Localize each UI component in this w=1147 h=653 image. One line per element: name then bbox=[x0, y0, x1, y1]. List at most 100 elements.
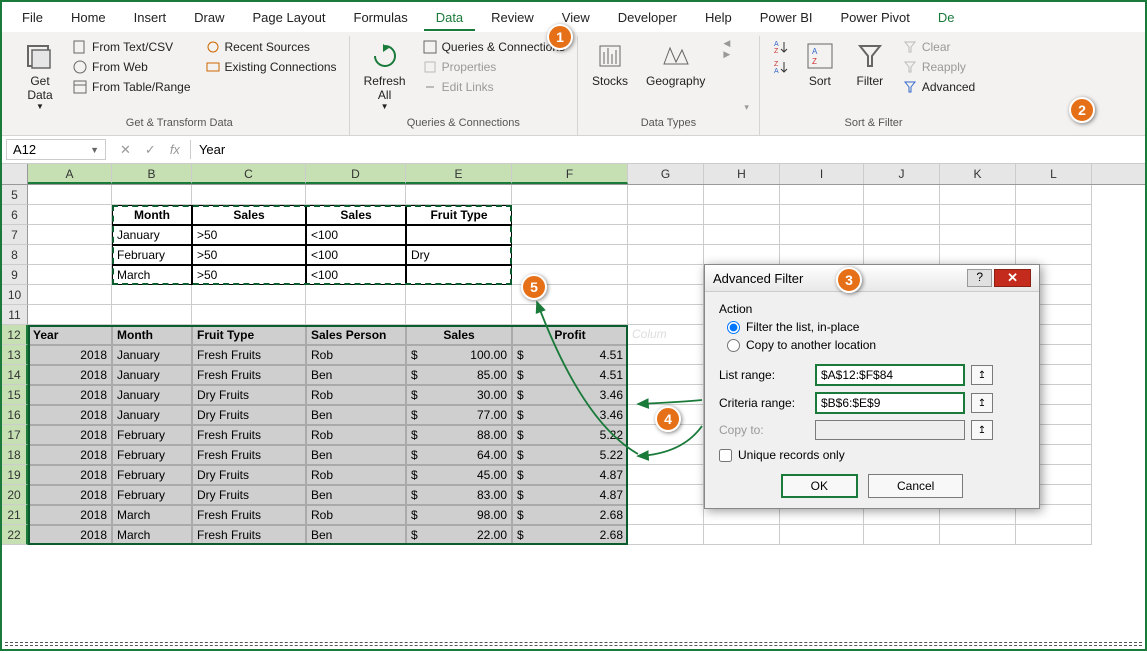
cell[interactable]: 2018 bbox=[28, 525, 112, 545]
cell[interactable] bbox=[628, 525, 704, 545]
cell[interactable] bbox=[628, 205, 704, 225]
clear-button[interactable]: Clear bbox=[898, 38, 979, 56]
row-header[interactable]: 7 bbox=[2, 225, 28, 245]
cell[interactable]: February bbox=[112, 445, 192, 465]
cell[interactable]: $45.00 bbox=[406, 465, 512, 485]
cell[interactable] bbox=[112, 285, 192, 305]
row-header[interactable]: 5 bbox=[2, 185, 28, 205]
cell[interactable]: >50 bbox=[192, 265, 306, 285]
sort-button[interactable]: AZSort bbox=[798, 38, 842, 90]
cell[interactable]: Sales bbox=[192, 205, 306, 225]
cell[interactable]: $4.51 bbox=[512, 345, 628, 365]
cell[interactable]: Fresh Fruits bbox=[192, 425, 306, 445]
cell[interactable] bbox=[112, 185, 192, 205]
col-header[interactable]: L bbox=[1016, 164, 1092, 184]
from-table-range-button[interactable]: From Table/Range bbox=[68, 78, 195, 96]
cell[interactable]: 2018 bbox=[28, 385, 112, 405]
cell[interactable]: 2018 bbox=[28, 465, 112, 485]
row-header[interactable]: 16 bbox=[2, 405, 28, 425]
cell[interactable]: Colum bbox=[628, 325, 704, 345]
cell[interactable]: Dry Fruits bbox=[192, 405, 306, 425]
cell[interactable] bbox=[1016, 225, 1092, 245]
cell[interactable]: Rob bbox=[306, 345, 406, 365]
row-header[interactable]: 13 bbox=[2, 345, 28, 365]
cell[interactable]: Sales bbox=[406, 325, 512, 345]
sort-desc-button[interactable]: ZA bbox=[768, 58, 792, 76]
cell[interactable]: Dry Fruits bbox=[192, 385, 306, 405]
cell[interactable]: February bbox=[112, 245, 192, 265]
range-select-icon[interactable]: ↥ bbox=[971, 420, 993, 440]
refresh-all-button[interactable]: Refresh All ▼ bbox=[358, 38, 412, 113]
cell[interactable] bbox=[864, 185, 940, 205]
tab-review[interactable]: Review bbox=[479, 4, 546, 31]
cell[interactable] bbox=[28, 265, 112, 285]
cell[interactable] bbox=[628, 385, 704, 405]
cell[interactable] bbox=[940, 245, 1016, 265]
col-header[interactable]: A bbox=[28, 164, 112, 184]
col-header[interactable]: J bbox=[864, 164, 940, 184]
cell[interactable] bbox=[704, 185, 780, 205]
cell[interactable]: Ben bbox=[306, 405, 406, 425]
cell[interactable] bbox=[628, 365, 704, 385]
col-header[interactable]: B bbox=[112, 164, 192, 184]
cell[interactable] bbox=[704, 225, 780, 245]
criteria-range-input[interactable] bbox=[815, 392, 965, 414]
cell[interactable] bbox=[112, 305, 192, 325]
tab-insert[interactable]: Insert bbox=[122, 4, 179, 31]
cell[interactable]: $85.00 bbox=[406, 365, 512, 385]
cancel-button[interactable]: Cancel bbox=[868, 474, 963, 498]
tab-draw[interactable]: Draw bbox=[182, 4, 236, 31]
cell[interactable]: Dry Fruits bbox=[192, 465, 306, 485]
from-web-button[interactable]: From Web bbox=[68, 58, 195, 76]
cell[interactable] bbox=[628, 445, 704, 465]
enter-icon[interactable]: ✓ bbox=[141, 142, 160, 158]
cell[interactable] bbox=[306, 285, 406, 305]
tab-formulas[interactable]: Formulas bbox=[342, 4, 420, 31]
tab-power-pivot[interactable]: Power Pivot bbox=[829, 4, 922, 31]
cell[interactable]: Month bbox=[112, 205, 192, 225]
cell[interactable]: 2018 bbox=[28, 425, 112, 445]
cell[interactable]: $5.22 bbox=[512, 425, 628, 445]
range-select-icon[interactable]: ↥ bbox=[971, 365, 993, 385]
row-header[interactable]: 20 bbox=[2, 485, 28, 505]
tab-page-layout[interactable]: Page Layout bbox=[241, 4, 338, 31]
cell[interactable] bbox=[1016, 245, 1092, 265]
cell[interactable] bbox=[406, 185, 512, 205]
cell[interactable] bbox=[940, 205, 1016, 225]
unique-records-checkbox[interactable] bbox=[719, 449, 732, 462]
row-header[interactable]: 19 bbox=[2, 465, 28, 485]
cell[interactable]: 2018 bbox=[28, 345, 112, 365]
cell[interactable]: January bbox=[112, 385, 192, 405]
row-header[interactable]: 15 bbox=[2, 385, 28, 405]
existing-connections-button[interactable]: Existing Connections bbox=[201, 58, 341, 76]
cell[interactable] bbox=[704, 525, 780, 545]
cell[interactable]: Ben bbox=[306, 445, 406, 465]
row-header[interactable]: 11 bbox=[2, 305, 28, 325]
cell[interactable] bbox=[780, 205, 864, 225]
recent-sources-button[interactable]: Recent Sources bbox=[201, 38, 341, 56]
tab-help[interactable]: Help bbox=[693, 4, 744, 31]
cell[interactable]: January bbox=[112, 405, 192, 425]
cell[interactable] bbox=[864, 205, 940, 225]
cell[interactable] bbox=[28, 205, 112, 225]
cell[interactable]: $4.87 bbox=[512, 485, 628, 505]
row-header[interactable]: 8 bbox=[2, 245, 28, 265]
fx-icon[interactable]: fx bbox=[166, 142, 184, 158]
cell[interactable]: 2018 bbox=[28, 485, 112, 505]
cell[interactable]: Rob bbox=[306, 385, 406, 405]
cell[interactable] bbox=[306, 305, 406, 325]
col-header[interactable]: F bbox=[512, 164, 628, 184]
cell[interactable] bbox=[940, 525, 1016, 545]
cell[interactable] bbox=[628, 345, 704, 365]
cell[interactable]: >50 bbox=[192, 225, 306, 245]
cell[interactable]: >50 bbox=[192, 245, 306, 265]
cell[interactable] bbox=[628, 225, 704, 245]
cell[interactable] bbox=[28, 245, 112, 265]
cell[interactable]: February bbox=[112, 465, 192, 485]
cell[interactable] bbox=[192, 185, 306, 205]
range-select-icon[interactable]: ↥ bbox=[971, 393, 993, 413]
cell[interactable] bbox=[28, 185, 112, 205]
tab-power-bi[interactable]: Power BI bbox=[748, 4, 825, 31]
cell[interactable] bbox=[28, 225, 112, 245]
cell[interactable]: Fresh Fruits bbox=[192, 445, 306, 465]
